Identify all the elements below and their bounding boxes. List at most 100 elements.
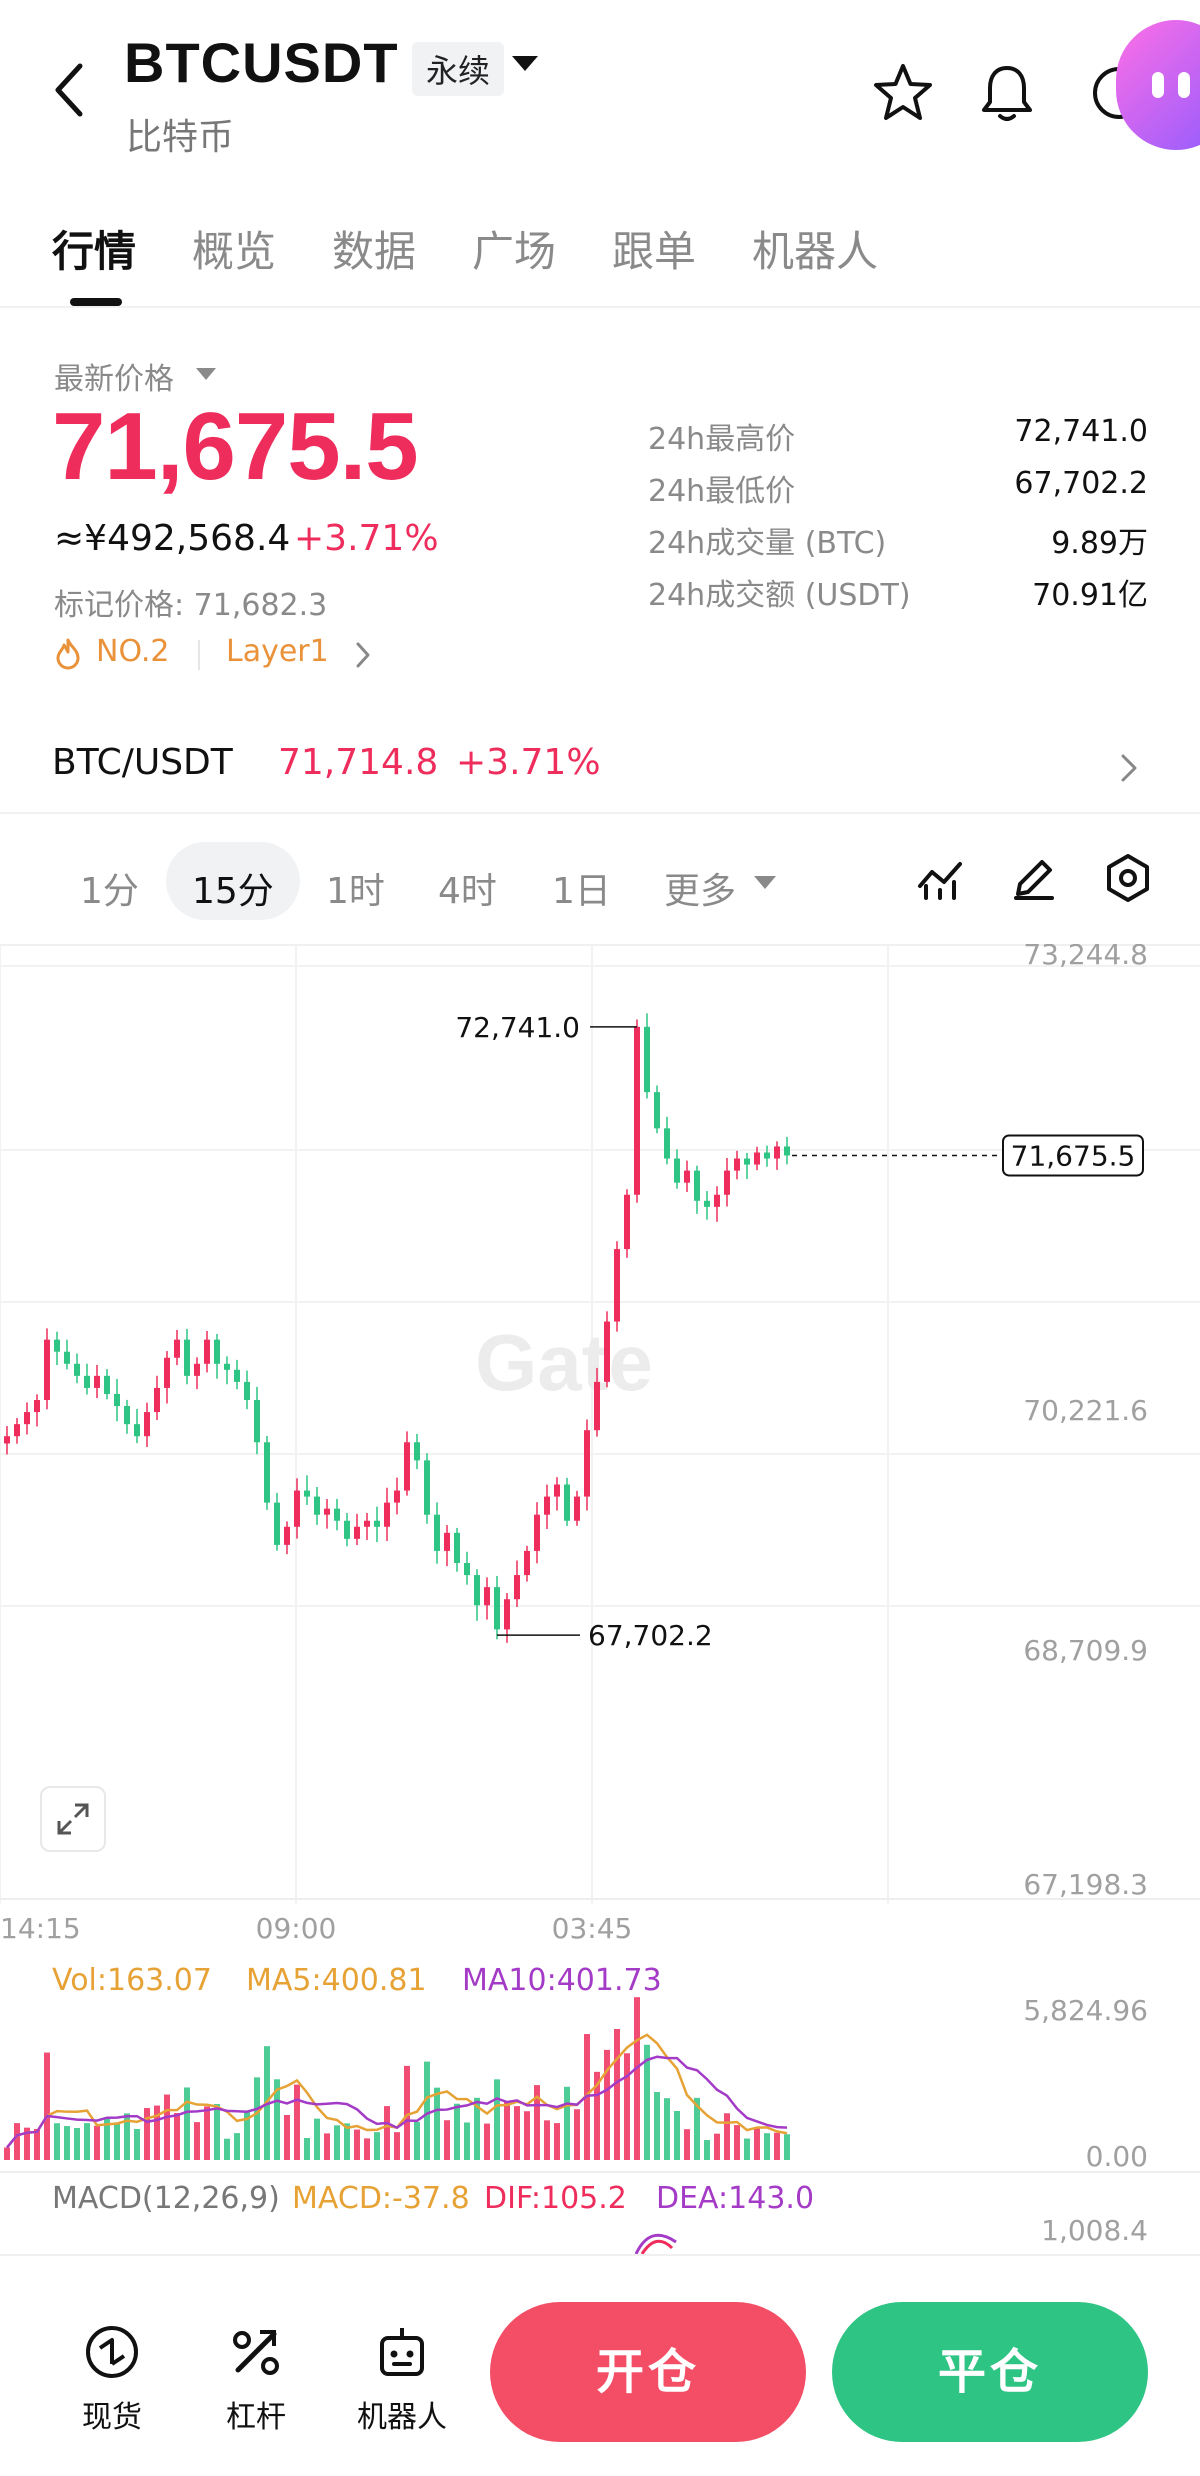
candle-body	[24, 1412, 30, 1425]
candle-body	[334, 1508, 340, 1521]
candle-body	[634, 1026, 640, 1195]
timeframe-15m[interactable]: 15分	[192, 862, 274, 914]
candle-body	[354, 1526, 360, 1539]
vol-min-tick: 0.00	[1086, 2140, 1148, 2173]
contract-dropdown-caret-icon[interactable]	[512, 56, 538, 71]
rank-tag[interactable]: NO.2	[96, 634, 169, 669]
indicator-icon[interactable]	[914, 852, 966, 904]
candle-body	[594, 1381, 600, 1431]
timeframe-1m[interactable]: 1分	[80, 862, 139, 914]
candle-body	[584, 1430, 590, 1497]
volume-bar	[674, 2110, 680, 2160]
nav-spot[interactable]: 现货	[62, 2322, 162, 2436]
volume-bar	[544, 2120, 550, 2160]
fullscreen-button[interactable]	[40, 1786, 106, 1852]
candle-body	[34, 1400, 40, 1413]
macd-top-tick: 1,008.4	[1041, 2214, 1148, 2247]
tab-square[interactable]: 广场	[472, 218, 556, 279]
timeframe-more-caret-icon[interactable]	[754, 876, 776, 889]
candle-body	[614, 1249, 620, 1322]
candle-body	[154, 1387, 160, 1413]
candle-body	[204, 1339, 210, 1364]
stat-label-low: 24h最低价	[648, 474, 796, 509]
back-arrow-icon[interactable]	[48, 60, 92, 120]
y-axis-tick: 70,221.6	[1023, 1394, 1148, 1427]
tabs-divider	[0, 306, 1200, 308]
current-price-tag-text: 71,675.5	[1011, 1139, 1136, 1172]
robot-icon	[380, 2328, 424, 2376]
tab-data[interactable]: 数据	[332, 218, 416, 279]
stat-label-high: 24h最高价	[648, 422, 796, 457]
volume-bar	[364, 2138, 370, 2160]
spot-pair-chevron-icon[interactable]	[1114, 748, 1144, 788]
timeframe-more[interactable]: 更多	[664, 862, 736, 914]
nav-robot[interactable]: 机器人	[352, 2322, 452, 2436]
volume-bar	[574, 2109, 580, 2160]
candle-body	[554, 1484, 560, 1497]
volume-bar	[324, 2133, 330, 2160]
timeframe-1d[interactable]: 1日	[552, 862, 611, 914]
volume-bar	[524, 2111, 530, 2160]
volume-bar	[734, 2125, 740, 2160]
expand-icon	[57, 1803, 89, 1835]
volume-bar	[754, 2127, 760, 2160]
tab-bots[interactable]: 机器人	[752, 218, 878, 279]
price-type-caret-icon[interactable]	[196, 368, 216, 380]
macd-title: MACD(12,26,9)	[52, 2181, 280, 2216]
tab-market[interactable]: 行情	[52, 218, 136, 279]
x-axis-tick: 14:15	[0, 1912, 81, 1945]
volume-bar	[84, 2123, 90, 2160]
price-chart[interactable]: Gate 72,741.0 67,702.2 73,244.8 70,221.6 68…	[0, 944, 1200, 2254]
volume-bar	[134, 2129, 140, 2160]
candle-body	[404, 1442, 410, 1491]
volume-bar	[114, 2122, 120, 2160]
notification-bell-icon[interactable]	[974, 60, 1040, 126]
volume-bar	[184, 2087, 190, 2160]
spot-pair-name[interactable]: BTC/USDT	[52, 742, 233, 783]
ma5-label: MA5:400.81	[246, 1963, 427, 1998]
volume-bar	[664, 2098, 670, 2160]
asset-name: 比特币	[126, 117, 235, 158]
candle-body	[644, 1026, 650, 1093]
candle-body	[74, 1363, 80, 1376]
candle-body	[194, 1363, 200, 1376]
volume-bar	[554, 2123, 560, 2160]
timeframe-4h[interactable]: 4时	[438, 862, 497, 914]
nav-robot-label: 机器人	[357, 2400, 447, 2435]
candle-body	[514, 1575, 520, 1600]
tab-overview[interactable]: 概览	[192, 218, 276, 279]
category-tag[interactable]: Layer1	[226, 634, 329, 669]
stat-value-low: 67,702.2	[1014, 466, 1148, 501]
volume-panel: Vol:163.07 MA5:400.81 MA10:401.73 5,824.96 0…	[4, 1963, 1148, 2173]
candle-body	[14, 1424, 20, 1437]
chart-settings-icon[interactable]	[1102, 852, 1154, 904]
tab-copy-trade[interactable]: 跟单	[612, 218, 696, 279]
ai-assistant-bubble-icon[interactable]	[1116, 20, 1200, 150]
candle-body	[764, 1152, 770, 1159]
volume-bar	[764, 2133, 770, 2160]
stat-label-turnover: 24h成交额 (USDT)	[648, 578, 911, 613]
candle-body	[574, 1496, 580, 1521]
open-position-button[interactable]: 开仓	[490, 2302, 806, 2442]
candle-body	[274, 1502, 280, 1545]
candle-body	[264, 1442, 270, 1503]
favorite-star-icon[interactable]	[870, 60, 936, 126]
candle-body	[724, 1170, 730, 1195]
candle-body	[664, 1128, 670, 1159]
draw-pen-icon[interactable]	[1008, 852, 1060, 904]
volume-bar	[774, 2132, 780, 2160]
volume-bar	[434, 2087, 440, 2160]
nav-leverage[interactable]: 杠杆	[206, 2322, 306, 2436]
candle-body	[384, 1502, 390, 1527]
mark-price: 标记价格: 71,682.3	[54, 588, 328, 623]
dea-value: DEA:143.0	[656, 2181, 814, 2216]
volume-bar	[704, 2140, 710, 2160]
close-position-button[interactable]: 平仓	[832, 2302, 1148, 2442]
candle-body	[44, 1339, 50, 1401]
timeframe-1h[interactable]: 1时	[326, 862, 385, 914]
stat-label-volume: 24h成交量 (BTC)	[648, 526, 887, 561]
last-price: 71,675.5	[52, 393, 419, 500]
candle-body	[314, 1496, 320, 1515]
category-chevron-icon[interactable]	[352, 640, 374, 670]
contract-type-badge[interactable]: 永续	[412, 42, 505, 96]
